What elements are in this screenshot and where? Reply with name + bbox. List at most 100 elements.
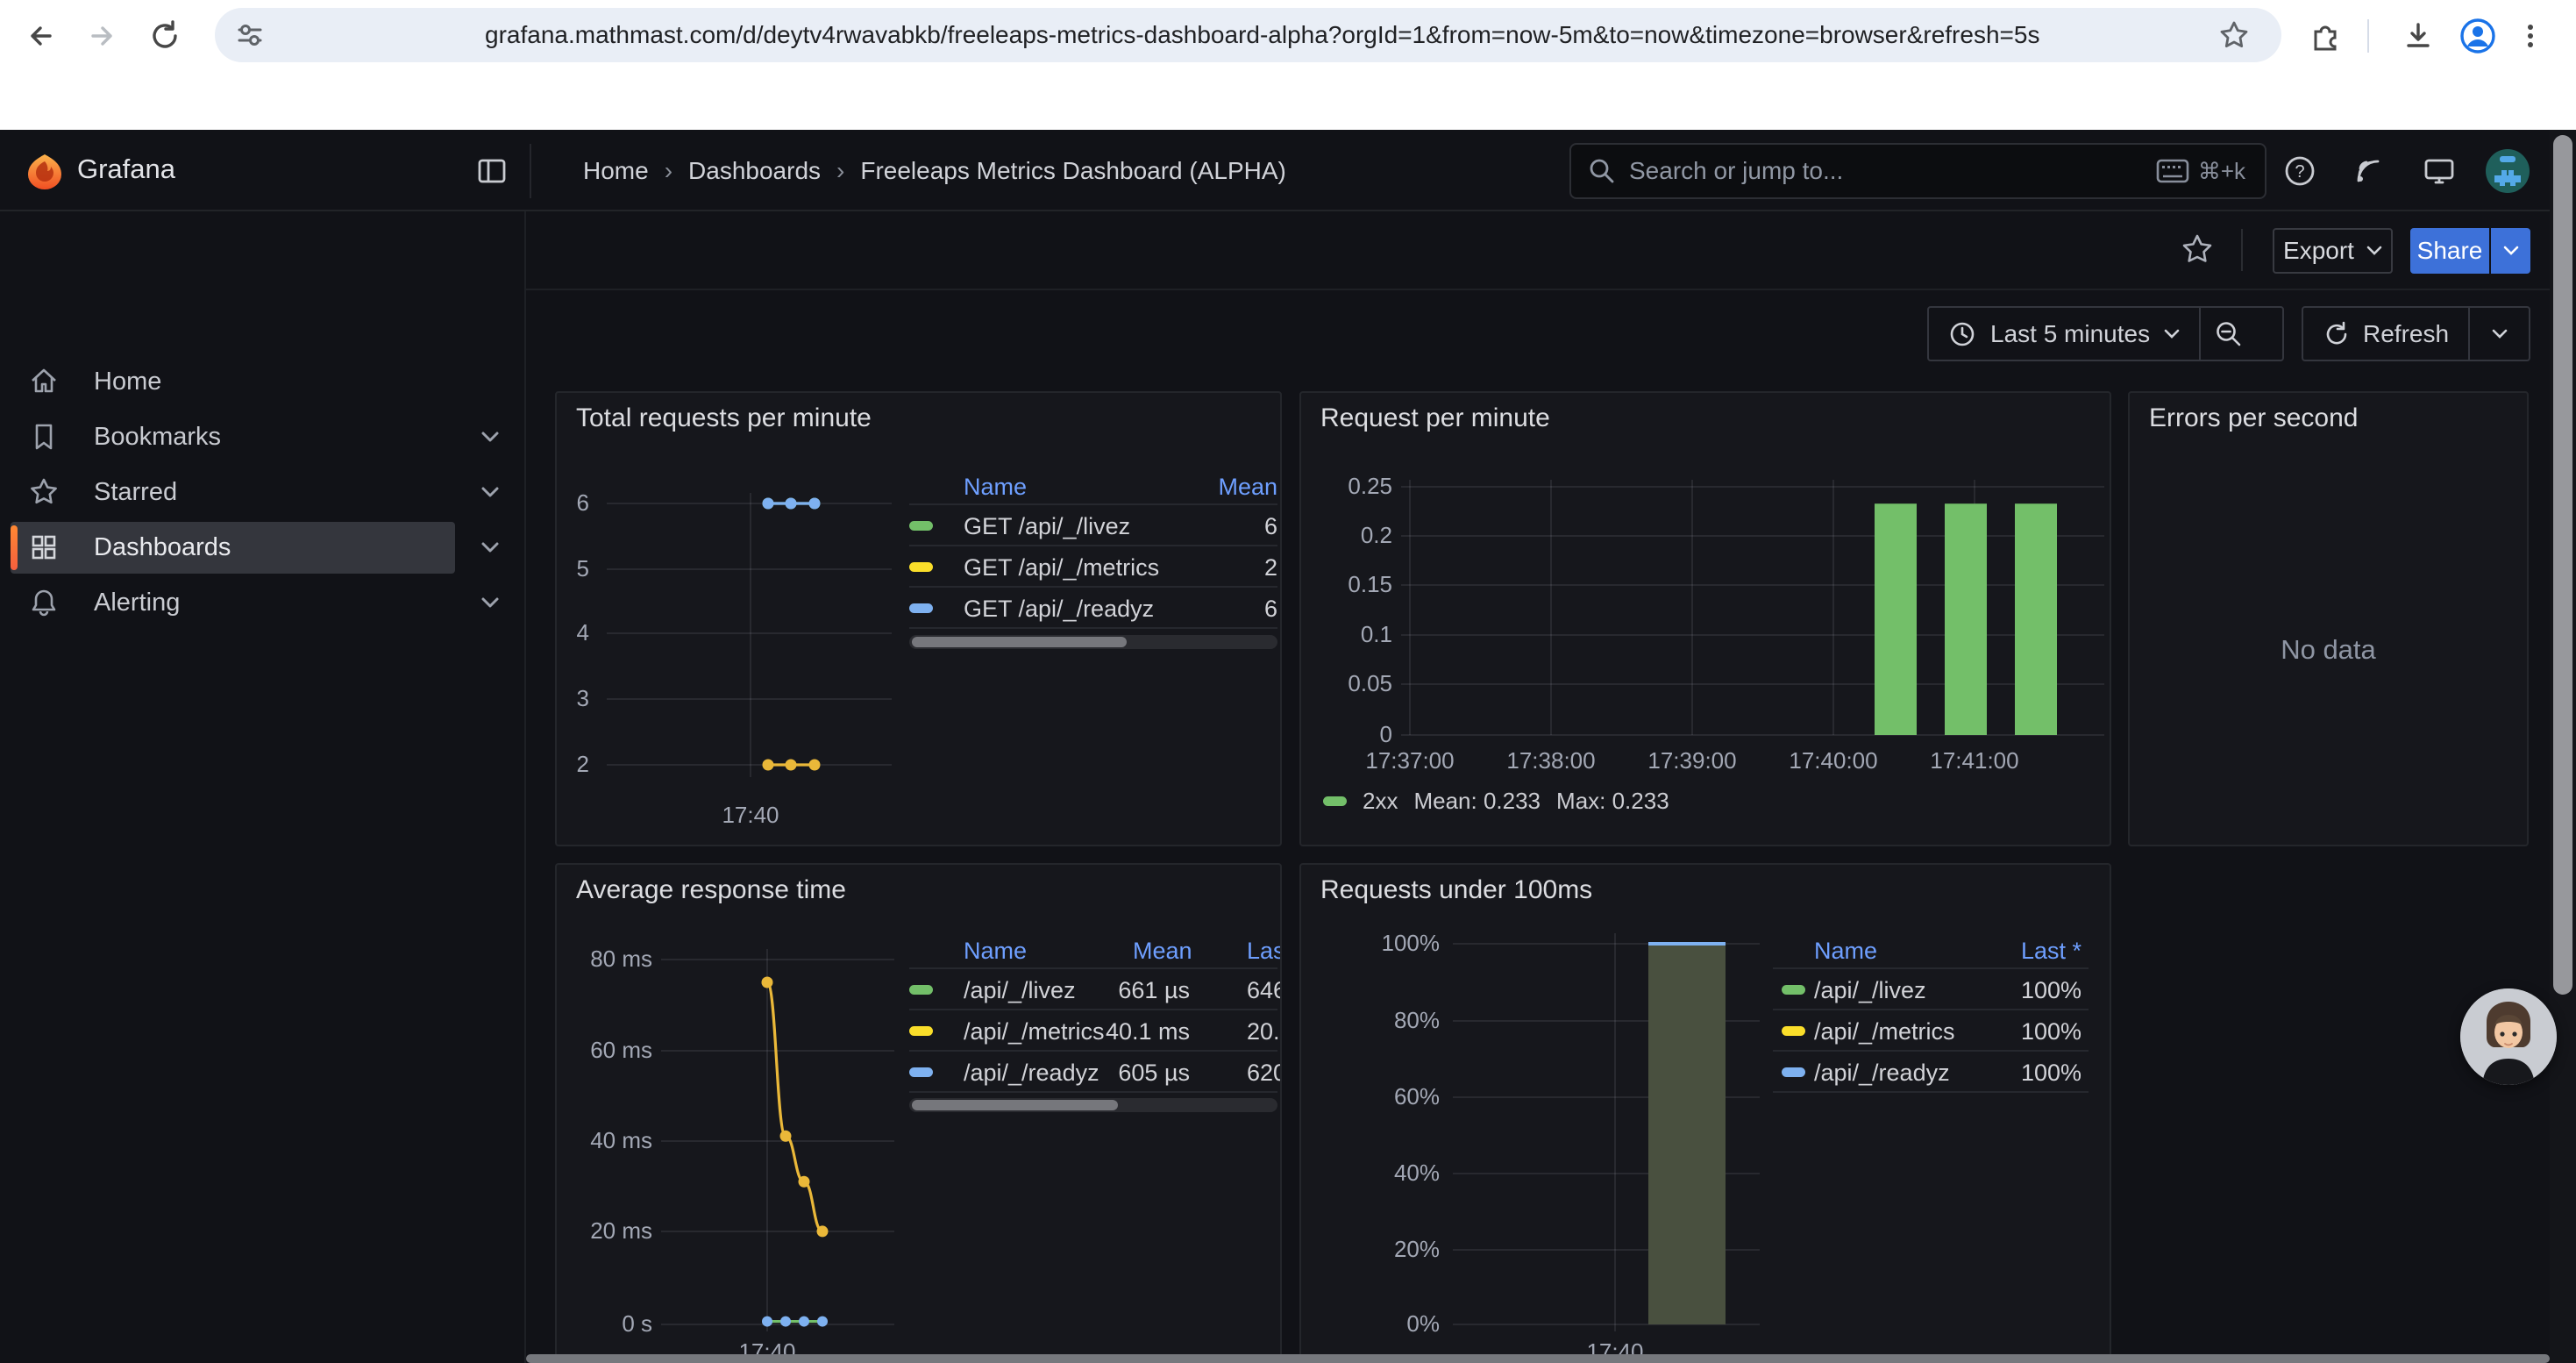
url-bar[interactable]: grafana.mathmast.com/d/deytv4rwavabkb/fr… <box>215 8 2281 62</box>
bookmark-star-icon[interactable] <box>2218 19 2250 51</box>
legend-row[interactable]: GET /api/_/readyz 6 <box>909 588 1277 629</box>
screen: grafana.mathmast.com/d/deytv4rwavabkb/fr… <box>0 0 2576 1363</box>
site-settings-icon[interactable] <box>234 19 266 51</box>
series-name[interactable]: /api/_/readyz <box>1814 1060 1950 1087</box>
export-button[interactable]: Export <box>2273 228 2393 274</box>
time-range-picker[interactable]: Last 5 minutes <box>1929 308 2199 360</box>
share-button[interactable]: Share <box>2410 228 2489 274</box>
brand-name[interactable]: Grafana <box>77 153 175 185</box>
series-swatch <box>1782 1067 1805 1077</box>
column-header-name[interactable]: Name <box>964 938 1027 965</box>
chevron-down-icon[interactable] <box>480 431 500 443</box>
extensions-button[interactable] <box>2301 11 2350 61</box>
table-scrollbar[interactable] <box>909 635 1277 649</box>
breadcrumb-separator: › <box>836 157 844 185</box>
kiosk-mode-button[interactable] <box>2421 153 2458 190</box>
sidebar-item-alerting[interactable]: Alerting <box>0 575 524 631</box>
refresh-button[interactable]: Refresh <box>2303 308 2468 360</box>
toolbar-divider <box>2367 19 2369 53</box>
legend-row[interactable]: /api/_/livez 661 µs 646 <box>909 969 1277 1010</box>
y-tick: 0 <box>1301 721 1392 748</box>
vertical-scrollbar[interactable] <box>2550 130 2576 1363</box>
dashboard-actions-row: Export Share <box>526 211 2550 290</box>
series-swatch <box>1323 796 1347 806</box>
y-tick: 80 ms <box>557 946 652 973</box>
assistant-avatar[interactable] <box>2460 988 2557 1085</box>
search-box[interactable]: Search or jump to... ⌘+k <box>1569 143 2266 199</box>
sidebar-item-label: Starred <box>94 465 177 520</box>
table-scrollbar[interactable] <box>909 1098 1277 1112</box>
panel-title[interactable]: Errors per second <box>2149 403 2358 433</box>
horizontal-scrollbar[interactable] <box>526 1354 2550 1363</box>
chart-legend: 2xx Mean: 0.233 Max: 0.233 <box>1323 788 1669 815</box>
active-item-background <box>11 522 455 574</box>
column-header-mean[interactable]: Mean <box>1218 474 1277 501</box>
series-name[interactable]: GET /api/_/metrics <box>964 554 1159 582</box>
legend-row[interactable]: /api/_/readyz 100% <box>1773 1052 2089 1093</box>
legend-row[interactable]: /api/_/readyz 605 µs 620 <box>909 1052 1277 1093</box>
reload-button[interactable] <box>140 11 189 61</box>
series-name[interactable]: /api/_/metrics <box>964 1018 1105 1045</box>
header-divider <box>530 144 531 198</box>
forward-button[interactable] <box>78 11 127 61</box>
scrollbar-thumb[interactable] <box>2553 135 2572 995</box>
x-tick: 17:37:00 <box>1353 747 1467 774</box>
chevron-down-icon[interactable] <box>480 596 500 609</box>
legend-row[interactable]: /api/_/metrics 100% <box>1773 1010 2089 1052</box>
series-name[interactable]: GET /api/_/readyz <box>964 596 1154 623</box>
column-header-last[interactable]: Last * <box>2021 938 2081 965</box>
series-name[interactable]: 2xx <box>1363 788 1398 815</box>
legend-row[interactable]: /api/_/livez 100% <box>1773 969 2089 1010</box>
y-tick: 4 <box>557 619 589 646</box>
legend-table: Name Mean GET /api/_/livez 6 GET /api/_/… <box>909 467 1277 629</box>
help-button[interactable]: ? <box>2281 153 2318 189</box>
news-button[interactable] <box>2350 153 2387 189</box>
panel-under-100ms: Requests under 100ms 100% 80% 60% 40% 20… <box>1299 863 2111 1363</box>
column-header-last[interactable]: Las <box>1247 938 1282 965</box>
legend-row[interactable]: /api/_/metrics 40.1 ms 20.5 r <box>909 1010 1277 1052</box>
downloads-button[interactable] <box>2394 11 2443 61</box>
y-tick: 100% <box>1301 930 1440 957</box>
breadcrumb-dashboards[interactable]: Dashboards <box>688 157 821 185</box>
series-name[interactable]: /api/_/livez <box>1814 977 1926 1004</box>
favorite-star-icon[interactable] <box>2181 232 2214 266</box>
series-name[interactable]: /api/_/metrics <box>1814 1018 1955 1045</box>
legend-row[interactable]: GET /api/_/metrics 2 <box>909 546 1277 588</box>
share-menu-button[interactable] <box>2491 228 2530 274</box>
grafana-header: Grafana Home › Dashboards › Freeleaps Me… <box>0 130 2576 211</box>
sidebar-item-bookmarks[interactable]: Bookmarks <box>0 410 524 465</box>
user-avatar[interactable] <box>2486 149 2530 193</box>
y-tick: 6 <box>557 489 589 517</box>
search-shortcut: ⌘+k <box>2156 158 2245 185</box>
series-name[interactable]: /api/_/readyz <box>964 1060 1099 1087</box>
x-tick: 17:39:00 <box>1635 747 1749 774</box>
browser-menu-button[interactable] <box>2506 11 2555 61</box>
chevron-down-icon[interactable] <box>480 486 500 498</box>
column-header-name[interactable]: Name <box>964 474 1027 501</box>
sidebar-collapse-icon[interactable] <box>476 155 508 187</box>
series-name[interactable]: /api/_/livez <box>964 977 1076 1004</box>
time-range-label: Last 5 minutes <box>1990 320 2150 348</box>
sidebar-item-starred[interactable]: Starred <box>0 465 524 520</box>
zoom-out-button[interactable] <box>2201 308 2257 360</box>
y-tick: 40% <box>1301 1160 1440 1187</box>
series-last: 20.5 r <box>1247 1018 1282 1045</box>
series-swatch <box>909 1067 933 1077</box>
sidebar-item-dashboards[interactable]: Dashboards <box>0 520 524 575</box>
series-name[interactable]: GET /api/_/livez <box>964 513 1130 540</box>
column-header-name[interactable]: Name <box>1814 938 1877 965</box>
legend-row[interactable]: GET /api/_/livez 6 <box>909 505 1277 546</box>
grafana-logo[interactable] <box>25 153 65 191</box>
back-icon <box>23 18 58 54</box>
keyboard-icon <box>2156 159 2189 183</box>
monitor-icon <box>2421 153 2458 190</box>
breadcrumb-home[interactable]: Home <box>583 157 649 185</box>
refresh-interval-button[interactable] <box>2470 308 2529 360</box>
chevron-down-icon[interactable] <box>480 541 500 553</box>
column-header-mean[interactable]: Mean <box>1133 938 1190 965</box>
chevron-down-icon <box>2492 329 2508 339</box>
profile-button[interactable] <box>2453 11 2502 61</box>
url-text[interactable]: grafana.mathmast.com/d/deytv4rwavabkb/fr… <box>485 8 2396 62</box>
sidebar-item-home[interactable]: Home <box>0 354 524 410</box>
back-button[interactable] <box>16 11 65 61</box>
